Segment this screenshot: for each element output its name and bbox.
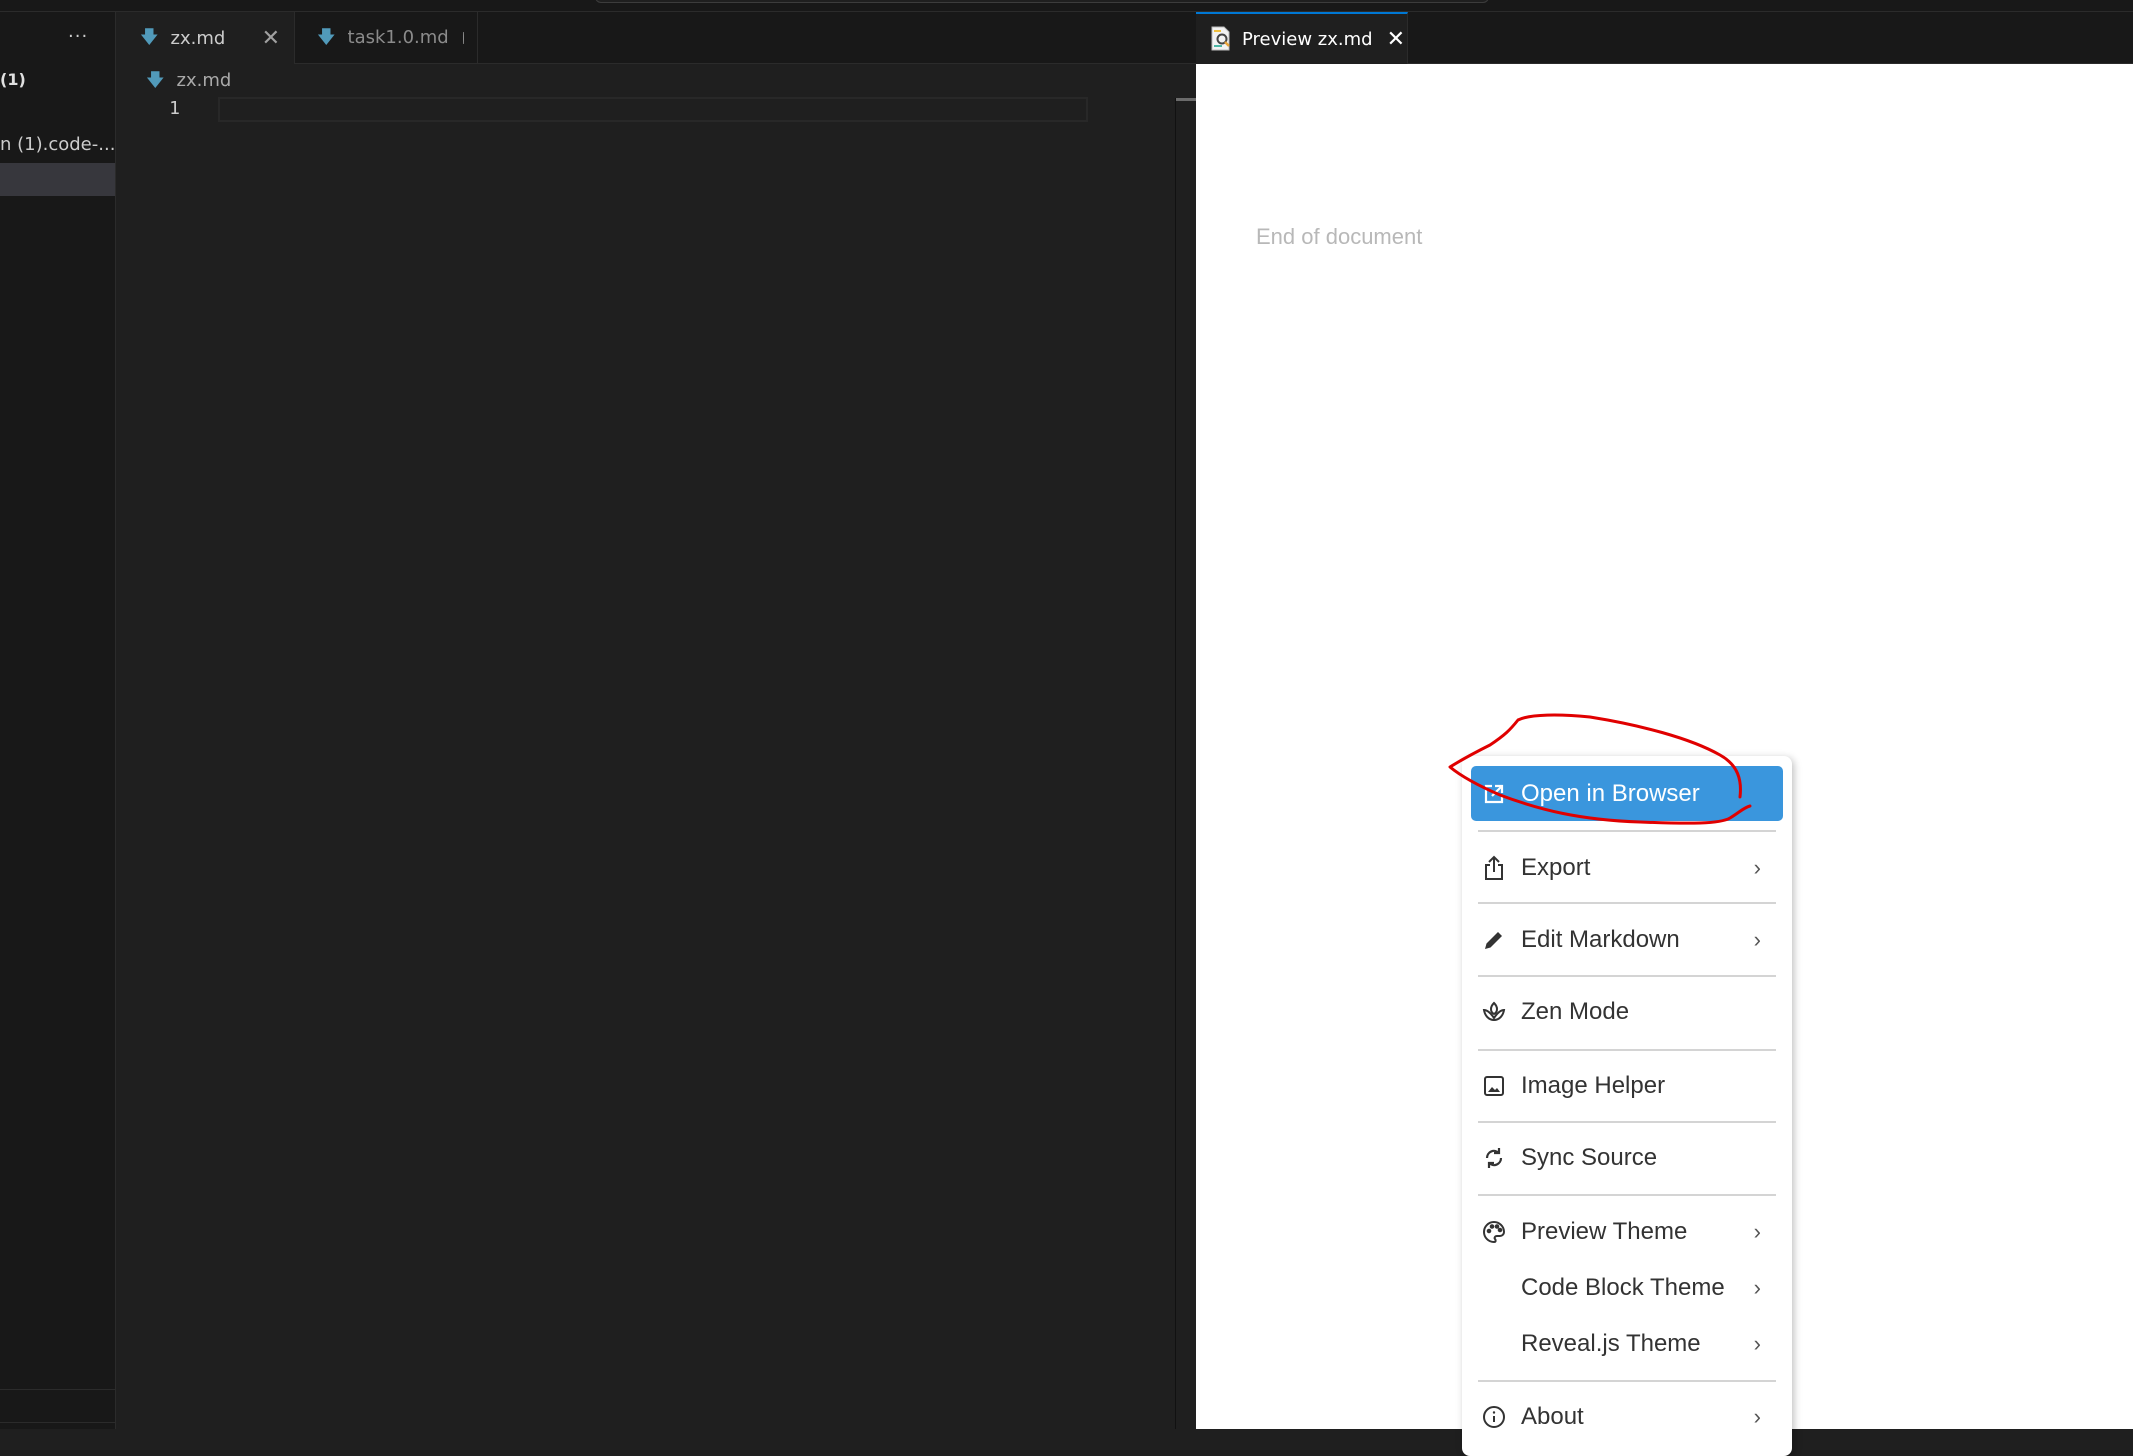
preview-context-menu: Open in Browser Export › Edit Markdown ›… (1462, 756, 1792, 1456)
title-bar (0, 0, 2133, 12)
breadcrumb[interactable]: 🡇 zx.md (146, 70, 231, 91)
menu-item-label: Edit Markdown (1521, 926, 1680, 954)
end-of-document-text: End of document (1256, 224, 1422, 250)
menu-item-label: Preview Theme (1521, 1218, 1687, 1246)
sidebar-item-workspace[interactable]: n (1).code-... (0, 134, 115, 155)
editor-scrollbar[interactable] (1175, 98, 1197, 1429)
menu-item-export[interactable]: Export › (1471, 842, 1783, 894)
markdown-arrow-icon: 🡇 (140, 29, 159, 47)
menu-item-label: Open in Browser (1521, 780, 1700, 808)
menu-item-revealjs-theme[interactable]: Reveal.js Theme › (1471, 1318, 1783, 1370)
menu-item-label: About (1521, 1403, 1584, 1431)
tab-zx-md[interactable]: 🡇 zx.md ✕ (116, 12, 295, 64)
markdown-arrow-icon: 🡇 (317, 29, 336, 47)
lotus-icon (1481, 999, 1507, 1025)
menu-item-preview-theme[interactable]: Preview Theme › (1471, 1206, 1783, 1258)
line-number: 1 (160, 98, 180, 119)
editor-tab-bar: 🡇 zx.md ✕ 🡇 task1.0.md ··· (116, 12, 1196, 64)
tab-label: task1.0.md (348, 27, 449, 48)
menu-separator (1478, 902, 1776, 904)
chevron-right-icon: › (1754, 855, 1761, 881)
menu-item-label: Reveal.js Theme (1521, 1330, 1701, 1358)
breadcrumb-file[interactable]: zx.md (177, 70, 232, 91)
menu-item-image-helper[interactable]: Image Helper (1471, 1060, 1783, 1112)
menu-item-label: Zen Mode (1521, 998, 1629, 1026)
sync-icon (1481, 1145, 1507, 1171)
menu-item-open-in-browser[interactable]: Open in Browser (1471, 766, 1783, 821)
info-icon (1481, 1404, 1507, 1430)
sidebar: ··· (1) n (1).code-... (0, 12, 116, 1429)
menu-item-label: Image Helper (1521, 1072, 1665, 1100)
command-center[interactable] (595, 0, 1489, 3)
menu-item-edit-markdown[interactable]: Edit Markdown › (1471, 914, 1783, 966)
editor-current-line[interactable] (218, 97, 1088, 122)
chevron-right-icon: › (1754, 1219, 1761, 1245)
menu-item-label: Sync Source (1521, 1144, 1657, 1172)
menu-separator (1478, 1049, 1776, 1051)
menu-item-about[interactable]: About › (1471, 1391, 1783, 1443)
tab-task1-0-md[interactable]: 🡇 task1.0.md (295, 12, 478, 63)
menu-separator (1478, 1380, 1776, 1382)
menu-separator (1478, 1121, 1776, 1123)
preview-document-icon (1210, 26, 1232, 52)
sidebar-divider (0, 1389, 115, 1390)
sidebar-divider (0, 1422, 115, 1423)
menu-separator (1478, 975, 1776, 977)
sidebar-section-title[interactable]: (1) (0, 70, 26, 89)
menu-item-sync-source[interactable]: Sync Source (1471, 1132, 1783, 1184)
share-export-icon (1481, 855, 1507, 881)
preview-tab-bar: Preview zx.md ✕ (1196, 12, 2133, 64)
tab-preview-zx-md[interactable]: Preview zx.md ✕ (1196, 12, 1408, 64)
image-icon (1481, 1073, 1507, 1099)
menu-item-label: Code Block Theme (1521, 1274, 1725, 1302)
menu-separator (1478, 830, 1776, 832)
external-link-icon (1481, 781, 1507, 807)
menu-item-label: Export (1521, 854, 1590, 882)
palette-icon (1481, 1219, 1507, 1245)
close-icon[interactable]: ✕ (262, 26, 280, 51)
close-icon[interactable]: ✕ (1387, 27, 1405, 52)
pencil-icon (1481, 927, 1507, 953)
chevron-right-icon: › (1754, 1331, 1761, 1357)
sidebar-selected-row[interactable] (0, 163, 115, 196)
menu-item-zen-mode[interactable]: Zen Mode (1471, 986, 1783, 1038)
menu-item-code-block-theme[interactable]: Code Block Theme › (1471, 1262, 1783, 1314)
chevron-right-icon: › (1754, 1275, 1761, 1301)
chevron-right-icon: › (1754, 927, 1761, 953)
tab-label: Preview zx.md (1242, 29, 1373, 50)
chevron-right-icon: › (1754, 1404, 1761, 1430)
markdown-arrow-icon: 🡇 (146, 72, 165, 90)
sidebar-more-actions-button[interactable]: ··· (68, 26, 88, 47)
menu-separator (1478, 1194, 1776, 1196)
tab-label: zx.md (171, 28, 226, 49)
